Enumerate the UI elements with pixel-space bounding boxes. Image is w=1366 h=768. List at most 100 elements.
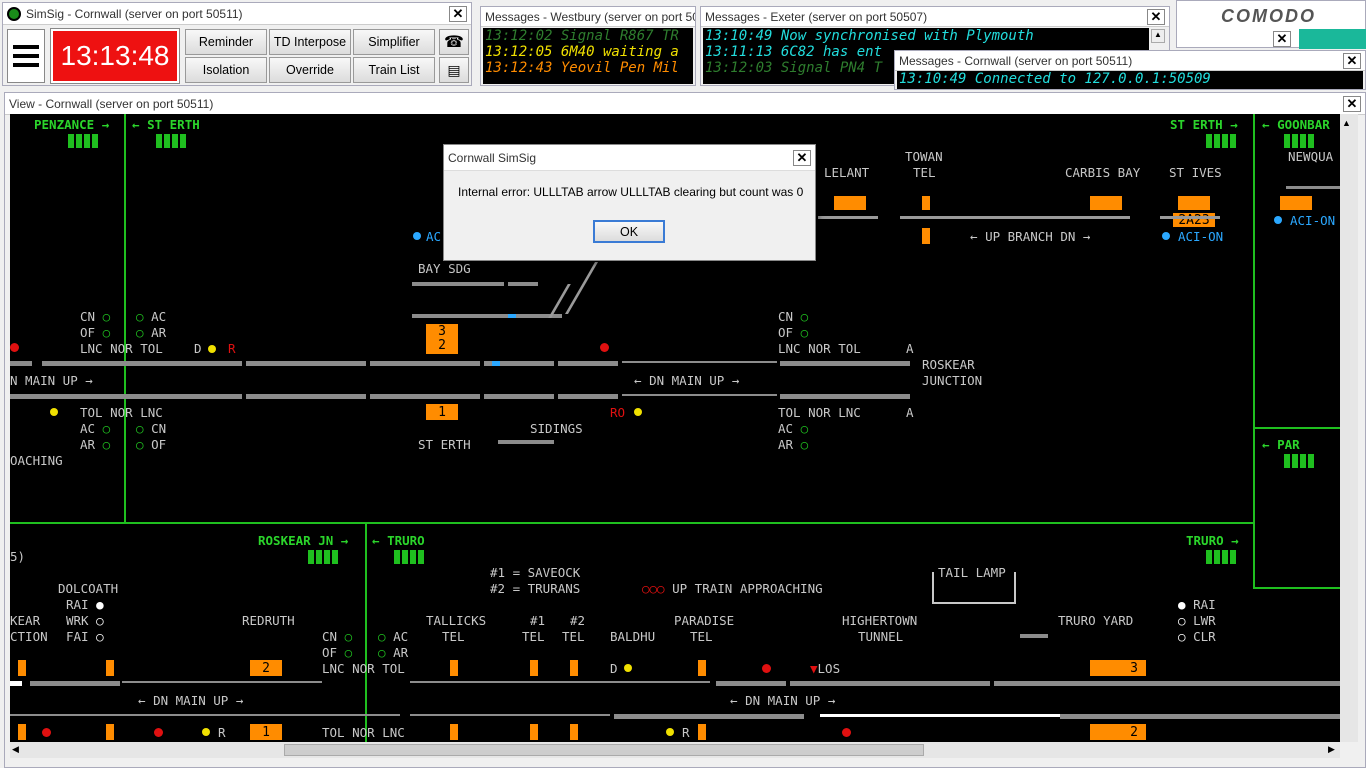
berth[interactable] (570, 724, 578, 740)
label-cn: CN ○ (778, 309, 809, 324)
berth-3[interactable]: 3 (1090, 660, 1146, 676)
exit-par[interactable]: ← PAR (1262, 438, 1300, 452)
close-icon[interactable]: ✕ (449, 5, 467, 22)
berth[interactable] (922, 228, 930, 244)
berth[interactable] (570, 660, 578, 676)
ok-button[interactable]: OK (593, 220, 665, 243)
signal-yellow[interactable] (208, 345, 216, 353)
reminder-button[interactable]: Reminder (185, 29, 267, 55)
signal-red[interactable] (42, 728, 51, 737)
td-interpose-button[interactable]: TD Interpose (269, 29, 351, 55)
label-rai: RAI ● (66, 597, 104, 612)
exit-truro-right[interactable]: TRURO → (1186, 534, 1239, 548)
tail-lamp-box (932, 572, 1016, 604)
track (1020, 634, 1048, 638)
signal-red[interactable] (762, 664, 771, 673)
berth[interactable] (530, 724, 538, 740)
exit-st-erth-top[interactable]: ← ST ERTH (132, 118, 200, 132)
close-icon[interactable]: ✕ (1147, 8, 1165, 25)
exit-truro-mid[interactable]: ← TRURO (372, 534, 425, 548)
vertical-scrollbar[interactable] (1340, 114, 1358, 742)
berth[interactable] (922, 196, 930, 210)
berth[interactable] (1178, 196, 1210, 210)
label-up-train-approaching: ○○○ UP TRAIN APPROACHING (642, 581, 823, 596)
exit-roskear-jn[interactable]: ROSKEAR JN → (258, 534, 348, 548)
label-key1: #1 = SAVEOCK (490, 565, 581, 580)
close-icon[interactable]: ✕ (1273, 31, 1291, 47)
label-redruth: REDRUTH (242, 613, 295, 628)
berth[interactable] (698, 660, 706, 676)
berth-2[interactable]: 2 (250, 660, 282, 676)
berth[interactable] (1280, 196, 1312, 210)
signal-yellow[interactable] (634, 408, 642, 416)
berth-1[interactable]: 1 (426, 404, 458, 420)
label-cn: ○ CN (136, 421, 167, 436)
error-dialog-titlebar: Cornwall SimSig ✕ (444, 145, 815, 171)
close-icon[interactable]: ✕ (1343, 52, 1361, 69)
scroll-up-icon[interactable]: ▲ (1342, 118, 1351, 128)
label-paradise: PARADISE (674, 613, 735, 628)
label-ar: ○ AR (378, 645, 409, 660)
label-a: A (906, 405, 914, 420)
track-up-main (622, 361, 777, 363)
exit-penzance[interactable]: PENZANCE → (34, 118, 109, 132)
comodo-logo: COMODO (1221, 6, 1316, 26)
berth-3-2[interactable]: 32 (426, 324, 458, 354)
signal-red[interactable] (600, 343, 609, 352)
berth[interactable] (450, 724, 458, 740)
signal-yellow[interactable] (624, 664, 632, 672)
berth[interactable] (698, 724, 706, 740)
label-junction: JUNCTION (922, 373, 983, 388)
exit-st-erth-right[interactable]: ST ERTH → (1170, 118, 1238, 132)
signal-red[interactable] (10, 343, 19, 352)
signal-red[interactable] (154, 728, 163, 737)
signal-yellow[interactable] (666, 728, 674, 736)
berth[interactable] (834, 196, 866, 210)
phone-button[interactable]: ☎ (439, 29, 469, 55)
exit-goonbarrow-bars (1284, 134, 1314, 148)
printer-icon: ▤ (447, 61, 461, 78)
close-icon[interactable]: ✕ (793, 149, 811, 166)
exit-goonbarrow[interactable]: ← GOONBAR (1262, 118, 1330, 132)
label-tol-nor-lnc: TOL NOR LNC (322, 725, 405, 740)
berth[interactable] (18, 660, 26, 676)
close-icon[interactable]: ✕ (1343, 95, 1361, 112)
berth[interactable] (450, 660, 458, 676)
print-button[interactable]: ▤ (439, 57, 469, 83)
track-up-main (10, 681, 22, 686)
berth-2[interactable]: 2 (1090, 724, 1146, 740)
label-dn-main-up: ← DN MAIN UP → (138, 693, 244, 708)
aci-indicator (413, 232, 421, 240)
track-dn-main (10, 714, 400, 716)
signal-yellow[interactable] (50, 408, 58, 416)
scroll-up-icon[interactable]: ▲ (1151, 29, 1165, 43)
signal-yellow[interactable] (202, 728, 210, 736)
label-st-erth: ST ERTH (418, 437, 471, 452)
messages-westbury-window: Messages - Westbury (server on port 505 … (480, 6, 696, 86)
berth-1[interactable]: 1 (250, 724, 282, 740)
track-highlight (492, 361, 500, 366)
track-up-main (42, 361, 242, 366)
arrow-left-icon: ← (138, 693, 146, 708)
menu-button[interactable] (7, 29, 45, 83)
isolation-button[interactable]: Isolation (185, 57, 267, 83)
label-of: OF ○ (778, 325, 809, 340)
berth[interactable] (530, 660, 538, 676)
scroll-right-icon[interactable]: ▶ (1328, 744, 1335, 755)
berth[interactable] (106, 724, 114, 740)
simplifier-button[interactable]: Simplifier (353, 29, 435, 55)
label-r: R (218, 725, 226, 740)
exit-penzance-bars (68, 134, 98, 148)
berth[interactable] (1090, 196, 1122, 210)
track-up-main (558, 361, 618, 366)
signal-red[interactable] (842, 728, 851, 737)
berth[interactable] (18, 724, 26, 740)
berth[interactable] (106, 660, 114, 676)
scrollbar-thumb[interactable] (284, 744, 924, 756)
track-up-main (410, 681, 710, 683)
arrow-right-icon: → (340, 533, 349, 548)
override-button[interactable]: Override (269, 57, 351, 83)
train-list-button[interactable]: Train List (353, 57, 435, 83)
scroll-left-icon[interactable]: ◀ (12, 744, 19, 755)
app-icon (7, 6, 21, 21)
